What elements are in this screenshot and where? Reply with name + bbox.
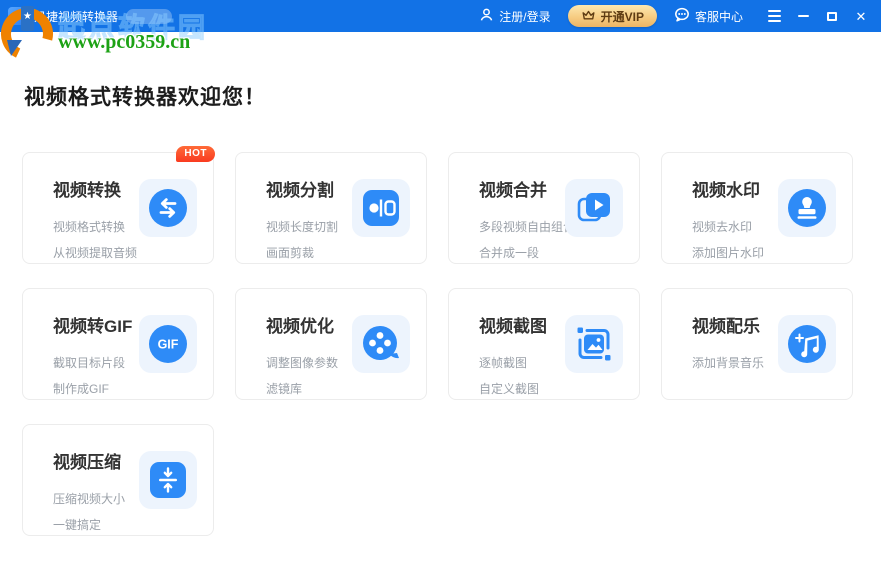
- svg-text:GIF: GIF: [158, 338, 179, 352]
- hot-badge: HOT: [176, 146, 215, 162]
- app-title: 迅捷视频转换器: [34, 9, 119, 24]
- register-login-button[interactable]: 注册/登录: [479, 7, 551, 25]
- card-subtitle: 合并成一段: [479, 246, 540, 260]
- open-vip-button[interactable]: 开通VIP: [567, 5, 657, 27]
- film-reel-icon: [352, 315, 410, 373]
- card-subtitle: 从视频提取音频: [53, 246, 138, 260]
- open-vip-label: 开通VIP: [600, 9, 644, 24]
- split-icon: [352, 179, 410, 237]
- compress-icon: [139, 451, 197, 509]
- stamp-icon: [778, 179, 836, 237]
- register-login-label: 注册/登录: [499, 9, 551, 24]
- music-plus-icon: [778, 315, 836, 373]
- minimize-button[interactable]: [793, 6, 813, 26]
- screenshot-icon: [565, 315, 623, 373]
- customer-service-button[interactable]: 客服中心: [674, 7, 743, 25]
- feature-grid: HOT 视频转换 视频格式转换 从视频提取音频 视频分割 视频长度切割 画面剪裁: [22, 146, 859, 536]
- card-subtitle: 添加图片水印: [692, 246, 765, 260]
- card-video-split[interactable]: 视频分割 视频长度切割 画面剪裁: [235, 152, 427, 264]
- swap-icon: [139, 179, 197, 237]
- app-logo-icon: [8, 7, 26, 25]
- card-video-watermark[interactable]: 视频水印 视频去水印 添加图片水印: [661, 152, 853, 264]
- window-controls: ✕: [764, 6, 871, 26]
- watermark-site-url: www.pc0359.cn: [58, 31, 191, 53]
- card-video-optimize[interactable]: 视频优化 调整图像参数 滤镜库: [235, 288, 427, 400]
- card-video-compress[interactable]: 视频压缩 压缩视频大小 一键搞定: [22, 424, 214, 536]
- titlebar-right: 注册/登录 开通VIP 客服中心 ✕: [479, 5, 871, 27]
- card-subtitle: 一键搞定: [53, 518, 102, 532]
- card-subtitle: 自定义截图: [479, 382, 540, 396]
- title-version-badge: [126, 8, 173, 24]
- user-icon: [479, 7, 494, 25]
- close-button[interactable]: ✕: [851, 6, 871, 26]
- card-video-to-gif[interactable]: 视频转GIF 截取目标片段 制作成GIF GIF: [22, 288, 214, 400]
- menu-icon[interactable]: [764, 10, 784, 22]
- merge-icon: [565, 179, 623, 237]
- card-video-merge[interactable]: 视频合并 多段视频自由组合 合并成一段: [448, 152, 640, 264]
- main-content: 视频格式转换器欢迎您！ HOT 视频转换 视频格式转换 从视频提取音频 视频分割…: [0, 81, 881, 536]
- card-subtitle: 滤镜库: [266, 382, 303, 396]
- crown-icon: [581, 8, 596, 25]
- card-subtitle: 画面剪裁: [266, 246, 315, 260]
- chat-bubble-icon: [674, 7, 690, 25]
- customer-service-label: 客服中心: [694, 9, 743, 24]
- card-video-convert[interactable]: HOT 视频转换 视频格式转换 从视频提取音频: [22, 146, 215, 264]
- maximize-button[interactable]: [822, 6, 842, 26]
- card-subtitle: 制作成GIF: [53, 382, 109, 396]
- page-title: 视频格式转换器欢迎您！: [24, 86, 266, 109]
- card-video-music[interactable]: 视频配乐 添加背景音乐: [661, 288, 853, 400]
- titlebar-left: 迅捷视频转换器: [8, 7, 479, 25]
- card-video-screenshot[interactable]: 视频截图 逐帧截图 自定义截图: [448, 288, 640, 400]
- gif-icon: GIF: [139, 315, 197, 373]
- titlebar: 迅捷视频转换器 注册/登录 开通VIP 客服中心 ✕: [0, 0, 881, 32]
